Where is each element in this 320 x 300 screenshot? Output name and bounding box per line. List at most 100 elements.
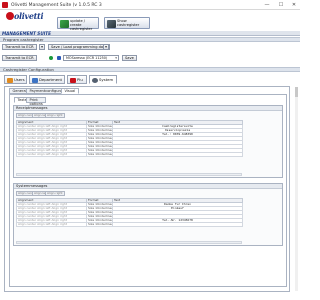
update-create-register-button[interactable]: update / create cashregister (57, 17, 99, 31)
save-load-programming-button[interactable]: Save / Load programming data (48, 44, 110, 50)
alignment-option[interactable]: Align right (51, 154, 67, 156)
alignment-option[interactable]: Align right (51, 146, 67, 148)
align-right-button[interactable]: Align right (45, 191, 65, 196)
alignment-option[interactable]: Align left (37, 224, 50, 226)
format-cell[interactable]: Size 1Underlined (86, 144, 113, 149)
align-right-button[interactable]: Align right (45, 113, 65, 118)
alignment-option[interactable]: Align left (37, 208, 50, 210)
format-option[interactable]: Underlined (97, 204, 111, 206)
alignment-option[interactable]: Align right (51, 208, 67, 210)
alignment-option[interactable]: Align center (18, 142, 36, 144)
table-row[interactable]: Align centerAlign leftAlign right Size 1U… (16, 152, 243, 157)
format-option[interactable]: Underlined (97, 142, 111, 144)
show-register-button[interactable]: Show cashregister (104, 17, 150, 29)
format-cell[interactable]: Size 1Underlined (86, 218, 113, 223)
alignment-option[interactable]: Align right (51, 134, 67, 136)
format-option[interactable]: Size 1 (88, 224, 97, 226)
format-cell[interactable]: Size 1Underlined (86, 152, 113, 157)
alignment-option[interactable]: Align left (37, 204, 50, 206)
horizontal-scrollbar[interactable] (16, 241, 242, 244)
save-load-arrow-button[interactable]: ▾ (103, 44, 109, 50)
format-option[interactable]: Underlined (97, 134, 111, 136)
table-row[interactable]: Align centerAlign leftAlign right Size 1U… (16, 222, 243, 227)
format-cell[interactable]: Size 1Underlined (86, 206, 113, 211)
alignment-option[interactable]: Align center (18, 204, 36, 206)
format-option[interactable]: Size 1 (88, 146, 97, 148)
format-cell[interactable]: Size 1Underlined (86, 148, 113, 153)
maximize-button[interactable]: ☐ (276, 2, 286, 9)
alignment-option[interactable]: Align right (51, 204, 67, 206)
alignment-option[interactable]: Align center (18, 208, 36, 210)
format-option[interactable]: Underlined (97, 154, 111, 156)
format-option[interactable]: Underlined (97, 208, 111, 210)
format-option[interactable]: Underlined (97, 146, 111, 148)
alignment-option[interactable]: Align center (18, 138, 36, 140)
format-option[interactable]: Size 1 (88, 126, 97, 128)
register-select[interactable]: MOSaresso (ECR 11250) ▾ (63, 55, 119, 61)
close-button[interactable]: ✕ (289, 2, 299, 9)
alignment-option[interactable]: Align left (37, 216, 50, 218)
alignment-option[interactable]: Align left (37, 150, 50, 152)
format-option[interactable]: Underlined (97, 138, 111, 140)
tab-print-options[interactable]: Print options (26, 97, 47, 106)
alignment-option[interactable]: Align right (51, 126, 67, 128)
text-cell[interactable] (112, 152, 243, 157)
format-cell[interactable]: Size 1Underlined (86, 214, 113, 219)
alignment-option[interactable]: Align left (37, 126, 50, 128)
alignment-option[interactable]: Align left (37, 212, 50, 214)
alignment-option[interactable]: Align center (18, 126, 36, 128)
tab-department[interactable]: Department (29, 75, 65, 84)
format-cell[interactable]: Size 1Underlined (86, 128, 113, 133)
alignment-option[interactable]: Align right (51, 224, 67, 226)
transmit-arrow-button[interactable]: ▾ (39, 44, 45, 50)
format-option[interactable]: Size 1 (88, 154, 97, 156)
alignment-option[interactable]: Align center (18, 216, 36, 218)
format-cell[interactable]: Size 1Underlined (86, 202, 113, 207)
transmit-to-ecr-2-button[interactable]: Transmit to ECR (2, 55, 37, 61)
format-option[interactable]: Size 1 (88, 130, 97, 132)
alignment-option[interactable]: Align left (37, 134, 50, 136)
save-button[interactable]: Save (122, 55, 137, 61)
format-option[interactable]: Underlined (97, 126, 111, 128)
format-cell[interactable]: Size 1Underlined (86, 124, 113, 129)
alignment-option[interactable]: Align center (18, 130, 36, 132)
format-option[interactable]: Size 1 (88, 142, 97, 144)
format-option[interactable]: Size 1 (88, 216, 97, 218)
alignment-option[interactable]: Align right (51, 130, 67, 132)
format-option[interactable]: Underlined (97, 212, 111, 214)
scrollbar-thumb[interactable] (295, 87, 298, 97)
format-cell[interactable]: Size 1Underlined (86, 222, 113, 227)
tab-plu[interactable]: Plu (67, 75, 87, 84)
alignment-option[interactable]: Align right (51, 216, 67, 218)
alignment-option[interactable]: Align right (51, 212, 67, 214)
tab-users[interactable]: Users (4, 75, 27, 84)
horizontal-scrollbar[interactable] (16, 173, 242, 176)
tab-system[interactable]: System (89, 75, 117, 84)
alignment-cell[interactable]: Align centerAlign leftAlign right (16, 152, 87, 157)
format-cell[interactable]: Size 1Underlined (86, 136, 113, 141)
alignment-option[interactable]: Align left (37, 130, 50, 132)
format-option[interactable]: Underlined (97, 224, 111, 226)
transmit-to-ecr-button[interactable]: Transmit to ECR (2, 44, 37, 50)
format-option[interactable]: Underlined (97, 220, 111, 222)
format-cell[interactable]: Size 1Underlined (86, 210, 113, 215)
text-cell[interactable] (112, 222, 243, 227)
alignment-option[interactable]: Align left (37, 154, 50, 156)
vertical-scrollbar[interactable] (295, 87, 298, 291)
format-cell[interactable]: Size 1Underlined (86, 132, 113, 137)
alignment-option[interactable]: Align right (51, 220, 67, 222)
alignment-cell[interactable]: Align centerAlign leftAlign right (16, 222, 87, 227)
format-option[interactable]: Size 1 (88, 220, 97, 222)
format-option[interactable]: Size 1 (88, 138, 97, 140)
alignment-option[interactable]: Align center (18, 212, 36, 214)
minimize-button[interactable]: — (262, 2, 272, 9)
alignment-option[interactable]: Align left (37, 142, 50, 144)
alignment-option[interactable]: Align center (18, 146, 36, 148)
format-option[interactable]: Size 1 (88, 134, 97, 136)
alignment-option[interactable]: Align center (18, 224, 36, 226)
format-cell[interactable]: Size 1Underlined (86, 140, 113, 145)
alignment-option[interactable]: Align center (18, 134, 36, 136)
alignment-option[interactable]: Align left (37, 146, 50, 148)
format-option[interactable]: Underlined (97, 216, 111, 218)
alignment-option[interactable]: Align left (37, 138, 50, 140)
